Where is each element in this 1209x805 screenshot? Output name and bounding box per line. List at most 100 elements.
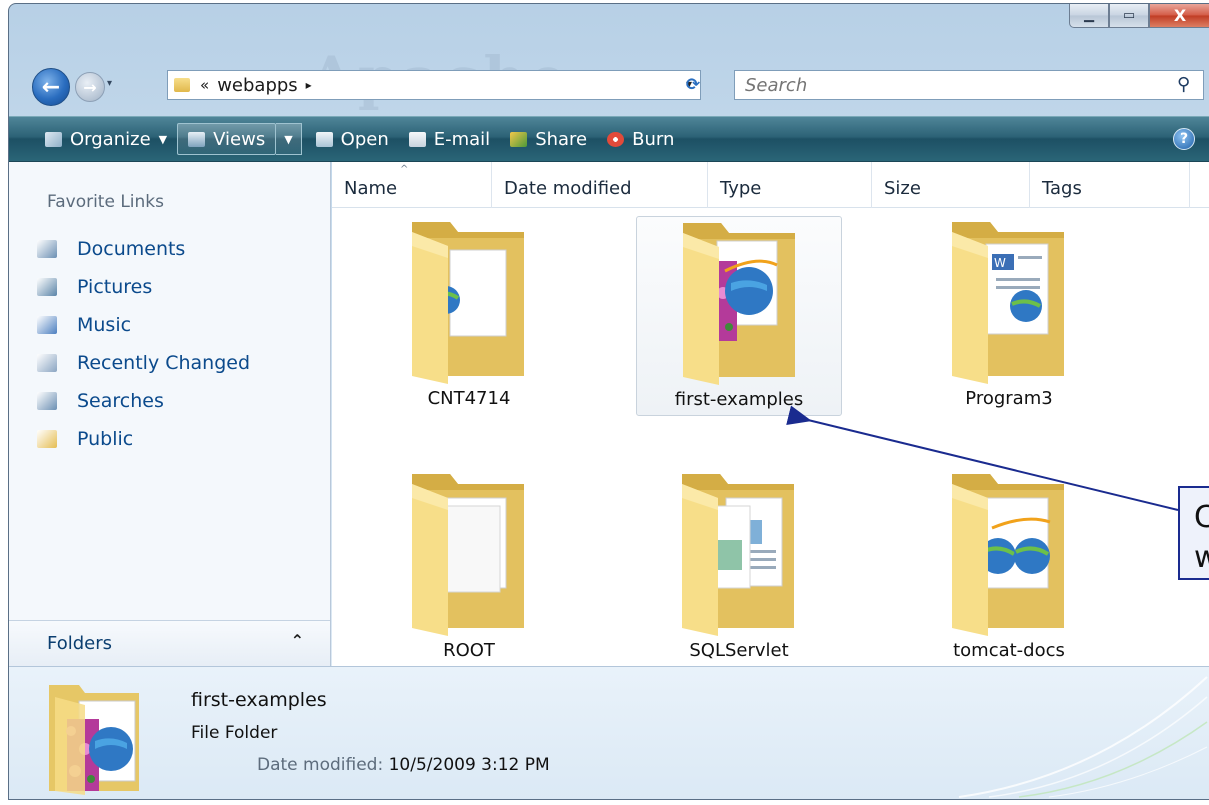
email-button[interactable]: E-mail (399, 117, 500, 161)
folder-name: Program3 (965, 388, 1053, 409)
folder-item-program3[interactable]: W Program3 (906, 216, 1112, 416)
sidebar-item-label: Pictures (77, 276, 153, 298)
help-icon[interactable]: ? (1173, 128, 1195, 150)
folder-name: SQLServlet (689, 640, 789, 661)
column-header-tags[interactable]: Tags (1030, 162, 1190, 208)
column-header-date-modified[interactable]: Date modified (492, 162, 708, 208)
title-bar: Apache ▁ ▭ X (9, 4, 1209, 112)
chevron-down-icon: ▼ (284, 132, 293, 146)
command-bar: Organize ▼ Views ▼ Open E-mail Share Bur… (9, 116, 1209, 162)
maximize-button[interactable]: ▭ (1109, 4, 1149, 28)
back-arrow-icon: ← (41, 74, 61, 100)
search-icon[interactable]: ⚲ (1177, 74, 1190, 95)
callout-line-2: w (1194, 538, 1209, 578)
navigation-row: ← → ▾ « webapps ▸ ▾ ⟳ ⚲ (9, 64, 1209, 110)
pictures-icon (37, 278, 57, 296)
date-modified-value: 10/5/2009 3:12 PM (388, 755, 550, 775)
views-label: Views (213, 128, 266, 150)
folder-icon (412, 474, 524, 636)
sidebar-item-searches[interactable]: Searches (37, 382, 250, 420)
folder-item-sqlservlet[interactable]: SQLServlet (636, 468, 842, 668)
recent-pages-dropdown-icon[interactable]: ▾ (107, 78, 112, 89)
burn-label: Burn (632, 128, 675, 150)
sidebar-item-public[interactable]: Public (37, 420, 250, 458)
forward-arrow-icon: → (83, 77, 97, 97)
selected-item-type: File Folder (191, 723, 278, 743)
folder-icon (682, 474, 794, 636)
share-button[interactable]: Share (500, 117, 597, 161)
sidebar-item-pictures[interactable]: Pictures (37, 268, 250, 306)
column-header-size[interactable]: Size (872, 162, 1030, 208)
minimize-button[interactable]: ▁ (1069, 4, 1109, 28)
open-button[interactable]: Open (306, 117, 399, 161)
sidebar-item-label: Public (77, 428, 134, 450)
folder-icon (952, 474, 1064, 636)
open-icon (315, 131, 333, 147)
sidebar-item-documents[interactable]: Documents (37, 230, 250, 268)
burn-disc-icon (607, 131, 625, 147)
column-header-name[interactable]: Name (332, 162, 492, 208)
maximize-icon: ▭ (1122, 8, 1136, 23)
folder-item-cnt4714[interactable]: CNT4714 (366, 216, 572, 416)
selected-folder-thumbnail (45, 679, 143, 799)
chevron-up-icon: ⌃ (290, 631, 304, 650)
minimize-icon: ▁ (1084, 8, 1094, 23)
selected-item-date: Date modified: 10/5/2009 3:12 PM (257, 755, 550, 775)
burn-button[interactable]: Burn (597, 117, 684, 161)
file-view: Name ^ Date modified Type Size Tags CNT4… (332, 162, 1209, 666)
folder-name: first-examples (674, 389, 804, 410)
documents-icon (37, 240, 57, 258)
column-headers: Name ^ Date modified Type Size Tags (332, 162, 1209, 208)
organize-label: Organize (70, 128, 151, 150)
address-bar[interactable]: « webapps ▸ ▾ (167, 70, 701, 100)
search-input[interactable] (734, 70, 1204, 100)
selected-item-name: first-examples (191, 689, 327, 711)
folders-toggle[interactable]: Folders ⌃ (9, 620, 330, 666)
svg-text:W: W (994, 256, 1006, 270)
sidebar-item-label: Music (77, 314, 132, 336)
chevron-down-icon: ▼ (158, 132, 168, 146)
favorite-links-heading: Favorite Links (47, 192, 165, 212)
column-header-type[interactable]: Type (708, 162, 872, 208)
folder-name: ROOT (443, 640, 495, 661)
folder-name: tomcat-docs (953, 640, 1065, 661)
forward-button[interactable]: → (75, 72, 105, 102)
close-button[interactable]: X (1149, 4, 1209, 28)
organize-icon (45, 131, 62, 147)
folder-icon: W (952, 222, 1064, 384)
views-button[interactable]: Views (177, 123, 277, 155)
email-label: E-mail (433, 128, 491, 150)
folder-icon (412, 222, 524, 384)
organize-button[interactable]: Organize ▼ (9, 117, 177, 161)
window-controls: ▁ ▭ X (1069, 4, 1209, 28)
close-icon: X (1173, 6, 1187, 25)
breadcrumb-overflow[interactable]: « (200, 76, 209, 94)
refresh-icon: ⟳ (685, 75, 701, 95)
date-modified-label: Date modified: (257, 755, 384, 775)
email-icon (408, 131, 426, 147)
folder-name: CNT4714 (427, 388, 511, 409)
folder-item-first-examples[interactable]: first-examples (636, 216, 842, 416)
refresh-button[interactable]: ⟳ (679, 70, 707, 100)
sort-ascending-icon: ^ (400, 164, 409, 175)
share-icon (510, 131, 528, 147)
recent-icon (37, 354, 57, 372)
public-folder-icon (37, 430, 57, 448)
views-dropdown-button[interactable]: ▼ (276, 123, 302, 155)
sidebar-item-recently-changed[interactable]: Recently Changed (37, 344, 250, 382)
views-icon (188, 131, 206, 147)
favorite-links-list: Documents Pictures Music Recently Changed Se… (37, 230, 250, 458)
breadcrumb-chevron-icon[interactable]: ▸ (306, 78, 312, 92)
annotation-callout: C w (1178, 486, 1209, 580)
explorer-window: Apache ▁ ▭ X ← → ▾ « webapps ▸ ▾ (8, 3, 1209, 800)
breadcrumb-webapps[interactable]: webapps (217, 75, 297, 96)
navigation-pane: Favorite Links Documents Pictures Music Rec… (9, 162, 331, 666)
folder-item-root[interactable]: ROOT (366, 468, 572, 668)
sidebar-item-music[interactable]: Music (37, 306, 250, 344)
folder-item-tomcat-docs[interactable]: tomcat-docs (906, 468, 1112, 668)
details-pane: first-examples File Folder Date modified… (9, 666, 1209, 799)
sidebar-item-label: Documents (77, 238, 186, 260)
back-button[interactable]: ← (32, 68, 70, 106)
folder-icon (49, 685, 139, 795)
folders-label: Folders (47, 633, 113, 654)
